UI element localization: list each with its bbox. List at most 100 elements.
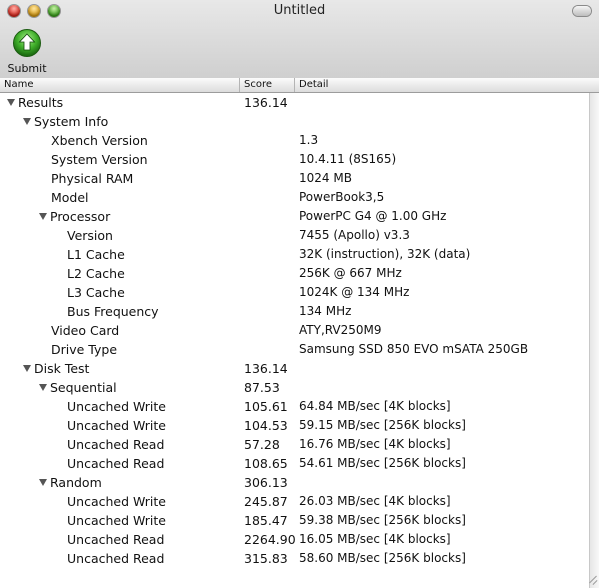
- row-name-cell: Sequential: [0, 380, 117, 395]
- column-header-score[interactable]: Score: [240, 78, 295, 92]
- row-name: Physical RAM: [51, 171, 134, 186]
- row-name-cell: System Info: [0, 114, 108, 129]
- row-score: 104.53: [244, 418, 288, 433]
- row-score: 108.65: [244, 456, 288, 471]
- row-name-cell: Disk Test: [0, 361, 89, 376]
- row-detail: PowerBook3,5: [299, 190, 385, 204]
- row-score: 136.14: [244, 361, 288, 376]
- outline-row[interactable]: Uncached Read 315.83 58.60 MB/sec [256K …: [0, 550, 590, 569]
- row-name: System Version: [51, 152, 148, 167]
- outline-row[interactable]: Random 306.13: [0, 474, 590, 493]
- outline-row[interactable]: Video Card ATY,RV250M9: [0, 322, 590, 341]
- row-detail: 59.38 MB/sec [256K blocks]: [299, 513, 466, 527]
- row-detail: 26.03 MB/sec [4K blocks]: [299, 494, 451, 508]
- outline-row[interactable]: Physical RAM 1024 MB: [0, 170, 590, 189]
- row-name: Bus Frequency: [67, 304, 159, 319]
- disclosure-triangle-icon[interactable]: [39, 213, 47, 220]
- row-detail: 54.61 MB/sec [256K blocks]: [299, 456, 466, 470]
- outline-row[interactable]: Uncached Write 245.87 26.03 MB/sec [4K b…: [0, 493, 590, 512]
- outline-row[interactable]: Uncached Read 2264.90 16.05 MB/sec [4K b…: [0, 531, 590, 550]
- row-detail: 32K (instruction), 32K (data): [299, 247, 471, 261]
- row-score: 2264.90: [244, 532, 295, 547]
- row-name: Disk Test: [34, 361, 90, 376]
- window-title: Untitled: [273, 3, 326, 18]
- row-name: Uncached Write: [67, 513, 166, 528]
- row-detail: 7455 (Apollo) v3.3: [299, 228, 410, 242]
- xbench-window: Untitled Submit Name Score Detail Result…: [0, 0, 599, 588]
- window-chrome: Untitled Submit: [0, 0, 599, 79]
- submit-arrow-icon: [13, 29, 41, 57]
- row-name-cell: Random: [0, 475, 102, 490]
- row-detail: 59.15 MB/sec [256K blocks]: [299, 418, 466, 432]
- row-score: 315.83: [244, 551, 288, 566]
- row-name: Results: [18, 95, 64, 110]
- row-detail: 1.3: [299, 133, 319, 147]
- results-outline: Results 136.14 System Info Xbench Versio…: [0, 94, 590, 569]
- disclosure-triangle-icon[interactable]: [39, 384, 47, 391]
- row-detail: 16.05 MB/sec [4K blocks]: [299, 532, 451, 546]
- outline-row[interactable]: Uncached Write 105.61 64.84 MB/sec [4K b…: [0, 398, 590, 417]
- row-name: Uncached Read: [67, 456, 165, 471]
- outline-row[interactable]: Uncached Read 108.65 54.61 MB/sec [256K …: [0, 455, 590, 474]
- outline-row[interactable]: Disk Test 136.14: [0, 360, 590, 379]
- outline-row[interactable]: Sequential 87.53: [0, 379, 590, 398]
- row-name: Random: [50, 475, 102, 490]
- row-name: Xbench Version: [51, 133, 148, 148]
- disclosure-triangle-icon[interactable]: [39, 479, 47, 486]
- outline-row[interactable]: L1 Cache 32K (instruction), 32K (data): [0, 246, 590, 265]
- row-score: 245.87: [244, 494, 288, 509]
- submit-button[interactable]: Submit: [5, 28, 49, 75]
- row-name: Model: [51, 190, 89, 205]
- row-name-cell: Processor: [0, 209, 110, 224]
- row-detail: Samsung SSD 850 EVO mSATA 250GB: [299, 342, 529, 356]
- row-name: L3 Cache: [67, 285, 125, 300]
- row-detail: 1024 MB: [299, 171, 352, 185]
- row-name: Uncached Read: [67, 437, 165, 452]
- disclosure-triangle-icon[interactable]: [23, 118, 31, 125]
- row-detail: 1024K @ 134 MHz: [299, 285, 410, 299]
- outline-row[interactable]: L2 Cache 256K @ 667 MHz: [0, 265, 590, 284]
- outline-row[interactable]: Bus Frequency 134 MHz: [0, 303, 590, 322]
- row-detail: 58.60 MB/sec [256K blocks]: [299, 551, 466, 565]
- column-header-name[interactable]: Name: [0, 78, 240, 92]
- outline-row[interactable]: Version 7455 (Apollo) v3.3: [0, 227, 590, 246]
- outline-row[interactable]: System Info: [0, 113, 590, 132]
- outline-row[interactable]: Model PowerBook3,5: [0, 189, 590, 208]
- row-score: 57.28: [244, 437, 280, 452]
- outline-header: Name Score Detail: [0, 78, 599, 93]
- disclosure-triangle-icon[interactable]: [23, 365, 31, 372]
- outline-row[interactable]: Results 136.14: [0, 94, 590, 113]
- row-name: Uncached Read: [67, 532, 165, 547]
- row-score: 185.47: [244, 513, 288, 528]
- vertical-scrollbar[interactable]: [589, 93, 599, 588]
- row-detail: 256K @ 667 MHz: [299, 266, 402, 280]
- disclosure-triangle-icon[interactable]: [7, 99, 15, 106]
- row-detail: 64.84 MB/sec [4K blocks]: [299, 399, 451, 413]
- toolbar-toggle-button[interactable]: [573, 6, 591, 16]
- outline-row[interactable]: L3 Cache 1024K @ 134 MHz: [0, 284, 590, 303]
- row-detail: 10.4.11 (8S165): [299, 152, 397, 166]
- row-detail: 16.76 MB/sec [4K blocks]: [299, 437, 451, 451]
- outline-row[interactable]: Uncached Write 104.53 59.15 MB/sec [256K…: [0, 417, 590, 436]
- row-name: Version: [67, 228, 113, 243]
- row-name: L2 Cache: [67, 266, 125, 281]
- row-score: 105.61: [244, 399, 288, 414]
- row-score: 136.14: [244, 95, 288, 110]
- outline-row[interactable]: Uncached Write 185.47 59.38 MB/sec [256K…: [0, 512, 590, 531]
- outline-row[interactable]: Processor PowerPC G4 @ 1.00 GHz: [0, 208, 590, 227]
- row-name: Uncached Write: [67, 418, 166, 433]
- row-name: Uncached Write: [67, 494, 166, 509]
- outline-row[interactable]: System Version 10.4.11 (8S165): [0, 151, 590, 170]
- row-name: Uncached Read: [67, 551, 165, 566]
- row-detail: ATY,RV250M9: [299, 323, 382, 337]
- row-name: L1 Cache: [67, 247, 125, 262]
- row-name: Drive Type: [51, 342, 118, 357]
- column-header-detail[interactable]: Detail: [295, 78, 579, 92]
- row-name: Sequential: [50, 380, 117, 395]
- row-name: Uncached Write: [67, 399, 166, 414]
- outline-row[interactable]: Drive Type Samsung SSD 850 EVO mSATA 250…: [0, 341, 590, 360]
- resize-grip-icon[interactable]: [585, 574, 599, 588]
- row-name: System Info: [34, 114, 109, 129]
- outline-row[interactable]: Uncached Read 57.28 16.76 MB/sec [4K blo…: [0, 436, 590, 455]
- outline-row[interactable]: Xbench Version 1.3: [0, 132, 590, 151]
